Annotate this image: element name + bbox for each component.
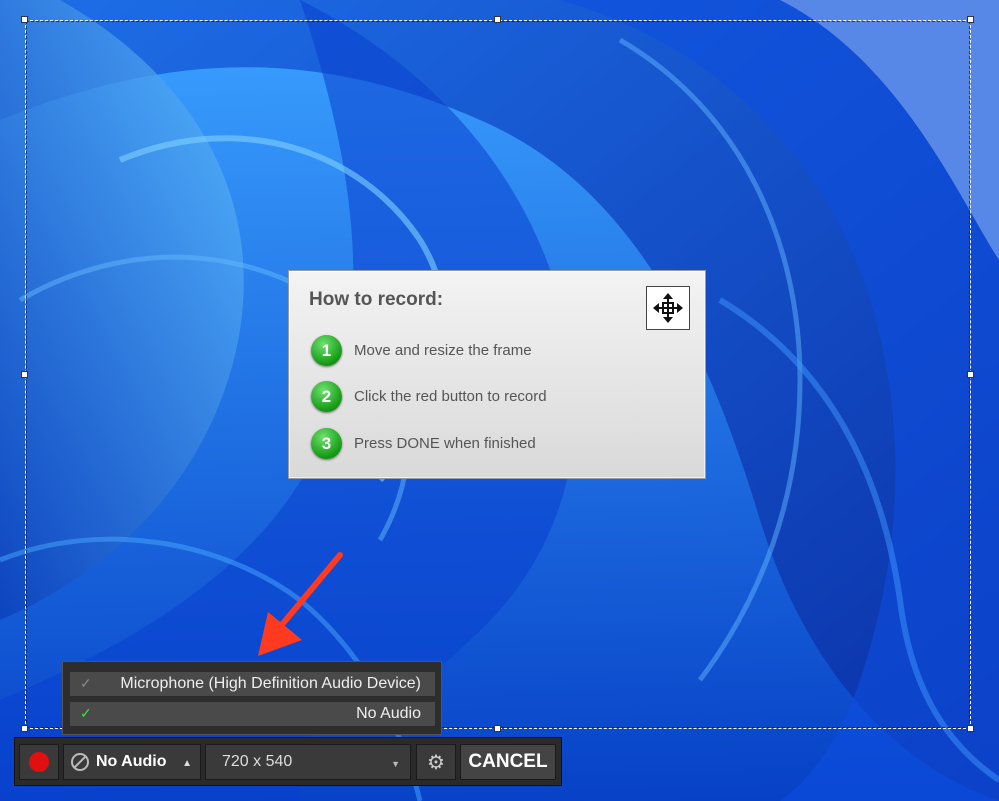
step-number-badge: 3	[311, 428, 342, 459]
step-number-badge: 1	[311, 335, 342, 366]
resize-handle-right[interactable]	[967, 371, 974, 378]
audio-dropdown-label: No Audio	[96, 753, 167, 770]
frame-size-label: 720 x 540	[222, 753, 293, 770]
gear-icon: ⚙	[427, 751, 445, 774]
no-audio-icon	[71, 753, 89, 771]
panel-title: How to record:	[309, 289, 444, 310]
caret-up-icon: ▲	[182, 758, 192, 769]
step-text: Click the red button to record	[354, 388, 547, 405]
audio-dropdown[interactable]: No Audio ▲	[63, 744, 201, 780]
resize-handle-top-left[interactable]	[21, 16, 28, 23]
menu-item-label: Microphone (High Definition Audio Device…	[120, 675, 421, 692]
menu-item-no-audio[interactable]: ✓ No Audio	[70, 702, 435, 726]
checkmark-icon: ✓	[80, 705, 92, 721]
checkmark-icon: ✓	[80, 675, 92, 691]
how-to-record-panel: How to record: 1 Move and resize the fra…	[288, 270, 706, 479]
record-button[interactable]	[19, 744, 59, 780]
move-button[interactable]	[646, 286, 690, 330]
resize-handle-bottom[interactable]	[494, 725, 501, 732]
resize-handle-bottom-right[interactable]	[967, 725, 974, 732]
cancel-button[interactable]: CANCEL	[460, 744, 556, 780]
record-dot-icon	[29, 752, 49, 772]
step-2: 2 Click the red button to record	[311, 381, 547, 412]
resize-handle-top-right[interactable]	[967, 16, 974, 23]
caret-down-icon: ▼	[391, 759, 400, 769]
menu-item-label: No Audio	[356, 705, 421, 722]
step-3: 3 Press DONE when finished	[311, 428, 536, 459]
move-arrows-icon	[653, 293, 683, 323]
annotation-arrow-icon	[258, 552, 343, 656]
menu-item-microphone[interactable]: ✓ Microphone (High Definition Audio Devi…	[70, 672, 435, 696]
frame-size-dropdown[interactable]: 720 x 540 ▼	[205, 744, 411, 780]
step-1: 1 Move and resize the frame	[311, 335, 532, 366]
resize-handle-left[interactable]	[21, 371, 28, 378]
step-text: Press DONE when finished	[354, 435, 536, 452]
resize-handle-top[interactable]	[494, 16, 501, 23]
step-text: Move and resize the frame	[354, 342, 532, 359]
settings-button[interactable]: ⚙	[416, 744, 456, 780]
audio-source-menu: ✓ Microphone (High Definition Audio Devi…	[62, 661, 442, 735]
resize-handle-bottom-left[interactable]	[21, 725, 28, 732]
step-number-badge: 2	[311, 381, 342, 412]
recording-toolbar: No Audio ▲ 720 x 540 ▼ ⚙ CANCEL	[14, 737, 562, 786]
